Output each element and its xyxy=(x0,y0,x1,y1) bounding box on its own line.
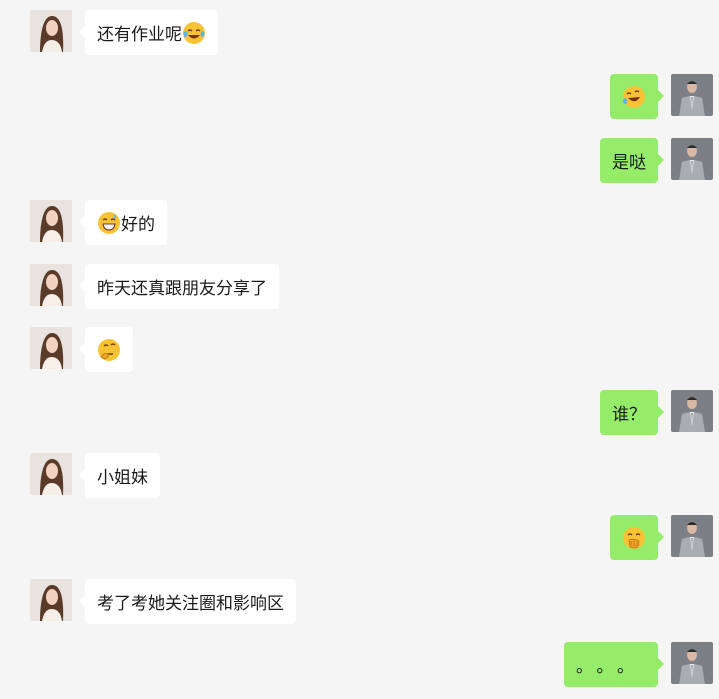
message-bubble[interactable] xyxy=(79,327,133,372)
message-bubble[interactable]: 好的 xyxy=(79,200,167,245)
message-bubble[interactable] xyxy=(610,515,664,560)
thinking-icon xyxy=(97,338,121,362)
message-row xyxy=(0,327,719,373)
chat-area: 还有作业呢 是哒 好的 昨天还真跟朋友分享了 谁？ 小姐妹 考了考她关注圈和影响… xyxy=(0,0,719,699)
message-bubble[interactable]: 昨天还真跟朋友分享了 xyxy=(79,264,279,309)
user-avatar[interactable] xyxy=(671,642,713,684)
user-avatar[interactable] xyxy=(671,74,713,116)
message-bubble[interactable]: 谁？ xyxy=(600,390,664,435)
contact-avatar[interactable] xyxy=(30,327,72,369)
user-avatar[interactable] xyxy=(671,515,713,557)
message-row: 是哒 xyxy=(0,138,719,184)
contact-avatar[interactable] xyxy=(30,264,72,306)
message-row xyxy=(0,74,719,120)
hand-over-mouth-icon xyxy=(622,526,646,550)
contact-avatar[interactable] xyxy=(30,453,72,495)
message-text: 小姐妹 xyxy=(97,468,148,488)
message-bubble[interactable]: 。。。 xyxy=(564,642,664,687)
laugh-tears-icon xyxy=(182,21,206,45)
message-text: 谁？ xyxy=(612,405,646,425)
contact-avatar[interactable] xyxy=(30,579,72,621)
rolling-laugh-icon xyxy=(622,85,646,109)
contact-avatar[interactable] xyxy=(30,200,72,242)
message-bubble[interactable]: 小姐妹 xyxy=(79,453,160,498)
user-avatar[interactable] xyxy=(671,138,713,180)
message-row: 谁？ xyxy=(0,390,719,436)
message-bubble[interactable]: 是哒 xyxy=(600,138,664,183)
message-text: 好的 xyxy=(121,215,155,235)
message-text: 还有作业呢 xyxy=(97,25,182,45)
message-row: 小姐妹 xyxy=(0,453,719,499)
message-text: 考了考她关注圈和影响区 xyxy=(97,594,284,614)
contact-avatar[interactable] xyxy=(30,10,72,52)
message-row: 昨天还真跟朋友分享了 xyxy=(0,264,719,310)
message-row: 。。。 xyxy=(0,642,719,688)
grinning-sweat-icon xyxy=(97,211,121,235)
message-text: 。。。 xyxy=(576,657,646,677)
message-row: 考了考她关注圈和影响区 xyxy=(0,579,719,625)
message-row: 还有作业呢 xyxy=(0,10,719,56)
message-bubble[interactable] xyxy=(610,74,664,119)
message-bubble[interactable]: 还有作业呢 xyxy=(79,10,218,55)
message-bubble[interactable]: 考了考她关注圈和影响区 xyxy=(79,579,296,624)
message-row xyxy=(0,515,719,561)
message-row: 好的 xyxy=(0,200,719,246)
user-avatar[interactable] xyxy=(671,390,713,432)
message-text: 昨天还真跟朋友分享了 xyxy=(97,279,267,299)
message-text: 是哒 xyxy=(612,153,646,173)
